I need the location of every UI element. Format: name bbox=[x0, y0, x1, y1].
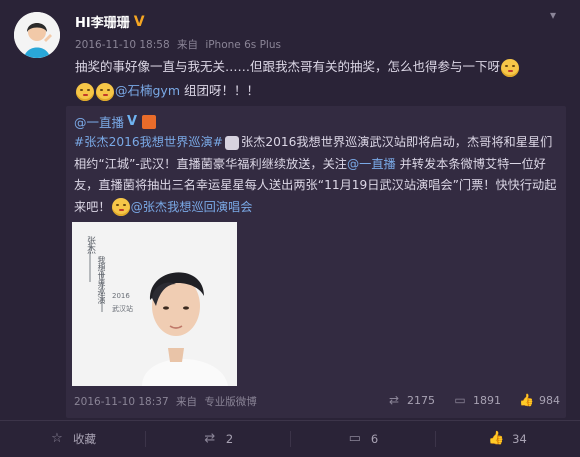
repost-author-name[interactable]: @一直播 bbox=[74, 112, 124, 131]
star-icon: ☆ bbox=[51, 431, 63, 446]
repost-text: #张杰2016我想世界巡演# 张杰2016我想世界巡演武汉站即将启动，杰哥将和星星… bbox=[74, 132, 560, 218]
repost-icon: ⇄ bbox=[204, 431, 216, 446]
author-name[interactable]: HI李珊珊 bbox=[75, 12, 130, 31]
post-text-line1: 抽奖的事好像一直与我无关……但跟我杰哥有关的抽奖，怎么也得参与一下呀 bbox=[75, 59, 501, 74]
thumbs-up-icon: 👍 bbox=[488, 431, 505, 446]
repost-button[interactable]: ⇄ 2 bbox=[145, 421, 290, 457]
post-source-prefix: 来自 bbox=[176, 39, 198, 51]
post-text-line2: 组团呀！！！ bbox=[184, 83, 260, 98]
poster-year: 2016 bbox=[112, 292, 130, 300]
repost-comments[interactable]: ▭ 1891 bbox=[453, 393, 501, 407]
post-text: 抽奖的事好像一直与我无关……但跟我杰哥有关的抽奖，怎么也得参与一下呀 @石楠gy… bbox=[75, 55, 565, 103]
microphone-icon bbox=[224, 135, 239, 150]
poster-title: 张杰 bbox=[85, 236, 95, 254]
post-author[interactable]: HI李珊珊 V bbox=[75, 12, 148, 32]
emoji-icon bbox=[76, 82, 94, 101]
like-button[interactable]: 👍 34 bbox=[435, 421, 580, 457]
repost-reposts-count: 2175 bbox=[407, 393, 435, 407]
repost-icon: ⇄ bbox=[388, 393, 400, 407]
repost-device[interactable]: 专业版微博 bbox=[204, 396, 257, 408]
emoji-icon bbox=[501, 58, 520, 77]
repost-source-prefix: 来自 bbox=[175, 396, 197, 408]
repost-comments-count: 1891 bbox=[473, 393, 501, 407]
chevron-down-icon[interactable]: ▾ bbox=[550, 8, 564, 22]
avatar[interactable] bbox=[14, 12, 60, 58]
repost-card[interactable]: @一直播 V #张杰2016我想世界巡演# 张杰2016我想世界巡演武汉站即将启动… bbox=[66, 106, 566, 418]
repost-time[interactable]: 2016-11-10 18:37 bbox=[74, 396, 169, 408]
comment-icon: ▭ bbox=[454, 393, 466, 407]
poster-city: 武汉站 bbox=[112, 305, 133, 313]
repost-likes-count: 984 bbox=[539, 393, 560, 407]
mention-link[interactable]: @张杰我想巡回演唱会 bbox=[131, 200, 253, 214]
repost-stats: ⇄ 2175 ▭ 1891 👍 984 bbox=[387, 393, 560, 407]
post-actions-bar: ☆ 收藏 ⇄ 2 ▭ 6 👍 34 bbox=[0, 420, 580, 457]
repost-likes[interactable]: 👍 984 bbox=[519, 393, 560, 407]
weibo-post: HI李珊珊 V ▾ 2016-11-10 18:58 来自 iPhone 6s … bbox=[0, 0, 580, 456]
comment-icon: ▭ bbox=[348, 431, 361, 446]
comment-button[interactable]: ▭ 6 bbox=[290, 421, 435, 457]
mention-link[interactable]: @石楠gym bbox=[115, 83, 180, 98]
repost-meta: 2016-11-10 18:37 来自 专业版微博 bbox=[74, 394, 261, 409]
poster-subtitle: 我想世界巡演 bbox=[97, 256, 106, 304]
poster-image[interactable]: 张杰 我想世界巡演 2016 武汉站 bbox=[72, 222, 237, 386]
favorite-button[interactable]: ☆ 收藏 bbox=[0, 421, 145, 457]
hashtag-link[interactable]: #张杰2016我想世界巡演# bbox=[74, 135, 223, 149]
post-device[interactable]: iPhone 6s Plus bbox=[205, 39, 281, 51]
member-badge-icon bbox=[142, 114, 157, 129]
repost-count: 2 bbox=[225, 432, 234, 446]
repost-author[interactable]: @一直播 V bbox=[74, 112, 157, 131]
mention-link[interactable]: @一直播 bbox=[347, 157, 396, 171]
post-meta: 2016-11-10 18:58 来自 iPhone 6s Plus bbox=[75, 37, 285, 52]
repost-reposts[interactable]: ⇄ 2175 bbox=[387, 393, 435, 407]
favorite-label: 收藏 bbox=[73, 432, 96, 446]
post-time[interactable]: 2016-11-10 18:58 bbox=[75, 39, 170, 51]
verified-badge-icon: V bbox=[133, 13, 145, 30]
like-count: 34 bbox=[512, 432, 527, 446]
avatar-image bbox=[14, 12, 60, 58]
thumbs-up-icon: 👍 bbox=[519, 393, 534, 407]
comment-count: 6 bbox=[370, 432, 379, 446]
verified-badge-icon: V bbox=[127, 114, 138, 129]
emoji-icon bbox=[111, 198, 130, 216]
emoji-icon bbox=[96, 82, 114, 101]
